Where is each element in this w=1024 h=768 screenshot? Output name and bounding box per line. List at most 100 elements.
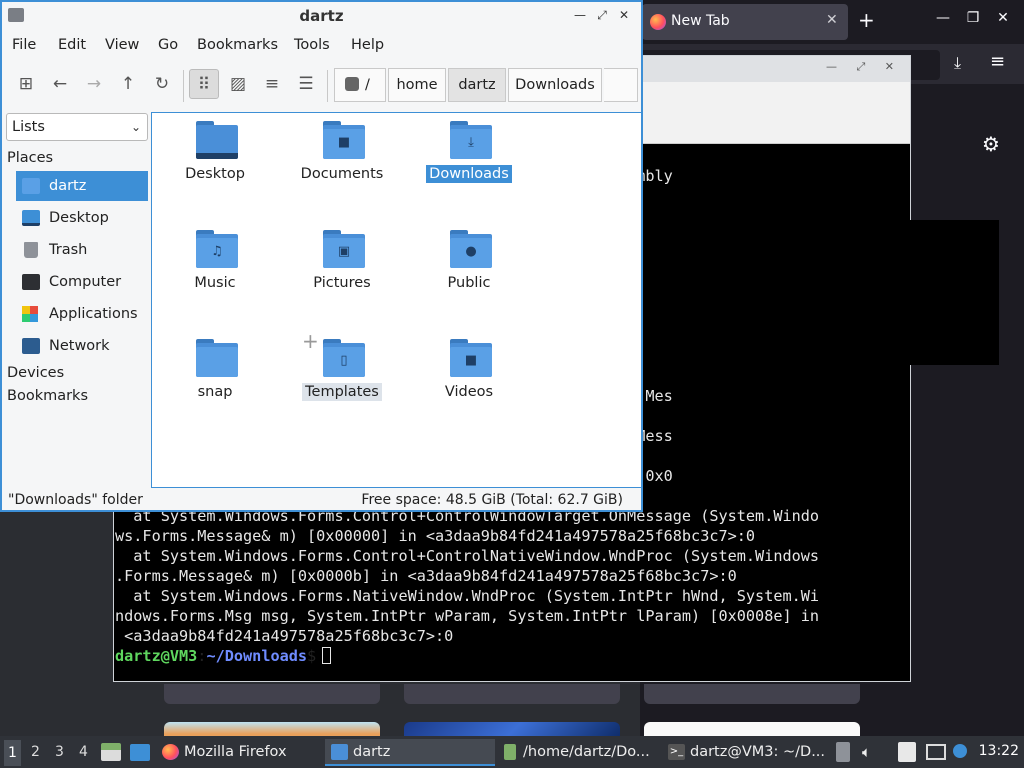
- file-item-pictures[interactable]: ▣ Pictures: [287, 222, 397, 312]
- pictures-folder-icon: ▣: [323, 230, 365, 268]
- breadcrumb-home[interactable]: home: [388, 68, 446, 102]
- reload-icon[interactable]: ↻: [147, 69, 177, 99]
- sidebar-item-label: Trash: [49, 242, 88, 258]
- minimize-button[interactable]: —: [928, 10, 958, 26]
- list-view-icon[interactable]: ☰: [291, 69, 321, 99]
- updates-icon[interactable]: [953, 744, 967, 758]
- minimize-button[interactable]: —: [569, 8, 591, 22]
- clipboard-icon[interactable]: [836, 742, 850, 762]
- file-manager-window[interactable]: dartz — ⤢ ✕ File Edit View Go Bookmarks To…: [0, 0, 643, 512]
- terminal-window-controls[interactable]: — ⤢ ✕: [826, 60, 902, 74]
- downloads-icon[interactable]: ⤓: [954, 53, 961, 73]
- tab-close-icon[interactable]: ✕: [826, 12, 838, 28]
- file-item-public[interactable]: ● Public: [414, 222, 524, 312]
- sidebar-item-dartz[interactable]: dartz: [16, 171, 148, 201]
- file-item-videos[interactable]: ■ Videos: [414, 331, 524, 421]
- network-icon: [22, 338, 40, 354]
- file-item-documents[interactable]: ■ Documents: [287, 113, 397, 203]
- tab-title: New Tab: [671, 13, 730, 29]
- file-name: snap: [197, 384, 233, 400]
- terminal-line: at System.Windows.Forms.Control+ControlN…: [115, 547, 820, 565]
- sidebar-item-computer[interactable]: Computer: [16, 267, 148, 297]
- task-terminal[interactable]: >_ dartz@VM3: ~/D...: [662, 739, 830, 766]
- places-heading[interactable]: Places: [7, 150, 53, 166]
- firefox-window-controls: — ❐ ✕: [928, 10, 1018, 26]
- network-status-icon[interactable]: [926, 744, 946, 760]
- search-icon: [345, 77, 359, 91]
- terminal-line: .Forms.Message& m) [0x0000b] in <a3daa9b…: [115, 567, 737, 585]
- menu-go[interactable]: Go: [158, 37, 178, 53]
- file-item-music[interactable]: ♫ Music: [160, 222, 270, 312]
- top-site-tile[interactable]: [404, 684, 620, 704]
- menu-view[interactable]: View: [105, 37, 139, 53]
- sidebar-item-network[interactable]: Network: [16, 331, 148, 361]
- maximize-button[interactable]: ❐: [958, 10, 988, 26]
- toolbar: ⊞ ← → ↑ ↻ ⠿ ▨ ≡ ☰ / home dartz Downloads: [2, 62, 641, 108]
- toolbar-separator: [327, 70, 328, 102]
- firefox-tab-new-tab[interactable]: New Tab ✕: [642, 4, 848, 40]
- volume-icon[interactable]: 🔈︎: [862, 743, 871, 761]
- folder-view[interactable]: Desktop ■ Documents ⤓ Downloads ♫ Music …: [151, 112, 642, 488]
- file-name: Desktop: [185, 166, 245, 182]
- notes-icon[interactable]: [898, 742, 916, 762]
- file-manager-launcher-icon[interactable]: [101, 743, 121, 761]
- devices-heading[interactable]: Devices: [7, 365, 64, 381]
- sidebar-item-desktop[interactable]: Desktop: [16, 203, 148, 233]
- breadcrumb-downloads[interactable]: Downloads: [508, 68, 602, 102]
- menu-help[interactable]: Help: [351, 37, 384, 53]
- file-item-downloads[interactable]: ⤓ Downloads: [414, 113, 524, 203]
- maximize-button[interactable]: ⤢: [591, 8, 613, 23]
- breadcrumb-dartz[interactable]: dartz: [448, 68, 506, 102]
- compact-view-icon[interactable]: ≡: [257, 69, 287, 99]
- file-manager-titlebar[interactable]: dartz — ⤢ ✕: [2, 2, 641, 32]
- menu-file[interactable]: File: [12, 37, 36, 53]
- workspace-4[interactable]: 4: [79, 744, 88, 760]
- close-button[interactable]: ✕: [988, 10, 1018, 26]
- menu-edit[interactable]: Edit: [58, 37, 86, 53]
- top-site-tile[interactable]: [644, 684, 860, 704]
- file-item-desktop[interactable]: Desktop: [160, 113, 270, 203]
- status-selection: "Downloads" folder: [8, 492, 143, 508]
- terminal-prompt[interactable]: dartz@VM3:~/Downloads$: [115, 646, 332, 666]
- sidebar-item-label: Network: [49, 338, 110, 354]
- top-site-tile[interactable]: [164, 684, 380, 704]
- task-label: /home/dartz/Do...: [523, 744, 650, 760]
- breadcrumb-root[interactable]: /: [334, 68, 386, 102]
- workspace-2[interactable]: 2: [31, 744, 40, 760]
- thumbnail-view-icon[interactable]: ▨: [223, 69, 253, 99]
- close-button[interactable]: ✕: [613, 8, 635, 22]
- menu-tools[interactable]: Tools: [294, 37, 330, 53]
- workspace-1[interactable]: 1: [4, 740, 21, 766]
- task-file-manager[interactable]: dartz: [325, 739, 495, 766]
- new-tab-button[interactable]: +: [858, 8, 875, 32]
- workspace-3[interactable]: 3: [55, 744, 64, 760]
- task-label: dartz@VM3: ~/D...: [690, 744, 826, 760]
- side-pane-mode-select[interactable]: Lists ⌄: [6, 113, 148, 141]
- sidebar-item-trash[interactable]: Trash: [16, 235, 148, 265]
- gear-icon[interactable]: ⚙: [982, 132, 1000, 156]
- terminal-overlay-panel: [909, 220, 999, 365]
- menu-bookmarks[interactable]: Bookmarks: [197, 37, 278, 53]
- task-text-editor[interactable]: /home/dartz/Do...: [495, 739, 660, 766]
- computer-icon: [22, 274, 40, 290]
- firefox-icon: [162, 744, 179, 760]
- home-folder-icon: [22, 178, 40, 194]
- forward-icon[interactable]: →: [79, 69, 109, 99]
- clock[interactable]: 13:22: [979, 743, 1019, 759]
- new-tab-icon[interactable]: ⊞: [11, 69, 41, 99]
- task-firefox[interactable]: Mozilla Firefox: [156, 739, 321, 766]
- trash-icon: [24, 242, 38, 258]
- file-name: Documents: [300, 166, 384, 182]
- bookmarks-heading[interactable]: Bookmarks: [7, 388, 88, 404]
- terminal-line: ndows.Forms.Msg msg, System.IntPtr wPara…: [115, 607, 820, 625]
- sidebar-item-label: Desktop: [49, 210, 109, 226]
- back-icon[interactable]: ←: [45, 69, 75, 99]
- hamburger-menu-icon[interactable]: ≡: [990, 51, 1005, 72]
- file-item-snap[interactable]: snap: [160, 331, 270, 421]
- sidebar-item-applications[interactable]: Applications: [16, 299, 148, 329]
- icon-view-icon[interactable]: ⠿: [189, 69, 219, 99]
- up-icon[interactable]: ↑: [113, 69, 143, 99]
- desktop-launcher-icon[interactable]: [130, 744, 150, 761]
- file-name: Videos: [444, 384, 494, 400]
- templates-folder-icon: ▯: [323, 339, 365, 377]
